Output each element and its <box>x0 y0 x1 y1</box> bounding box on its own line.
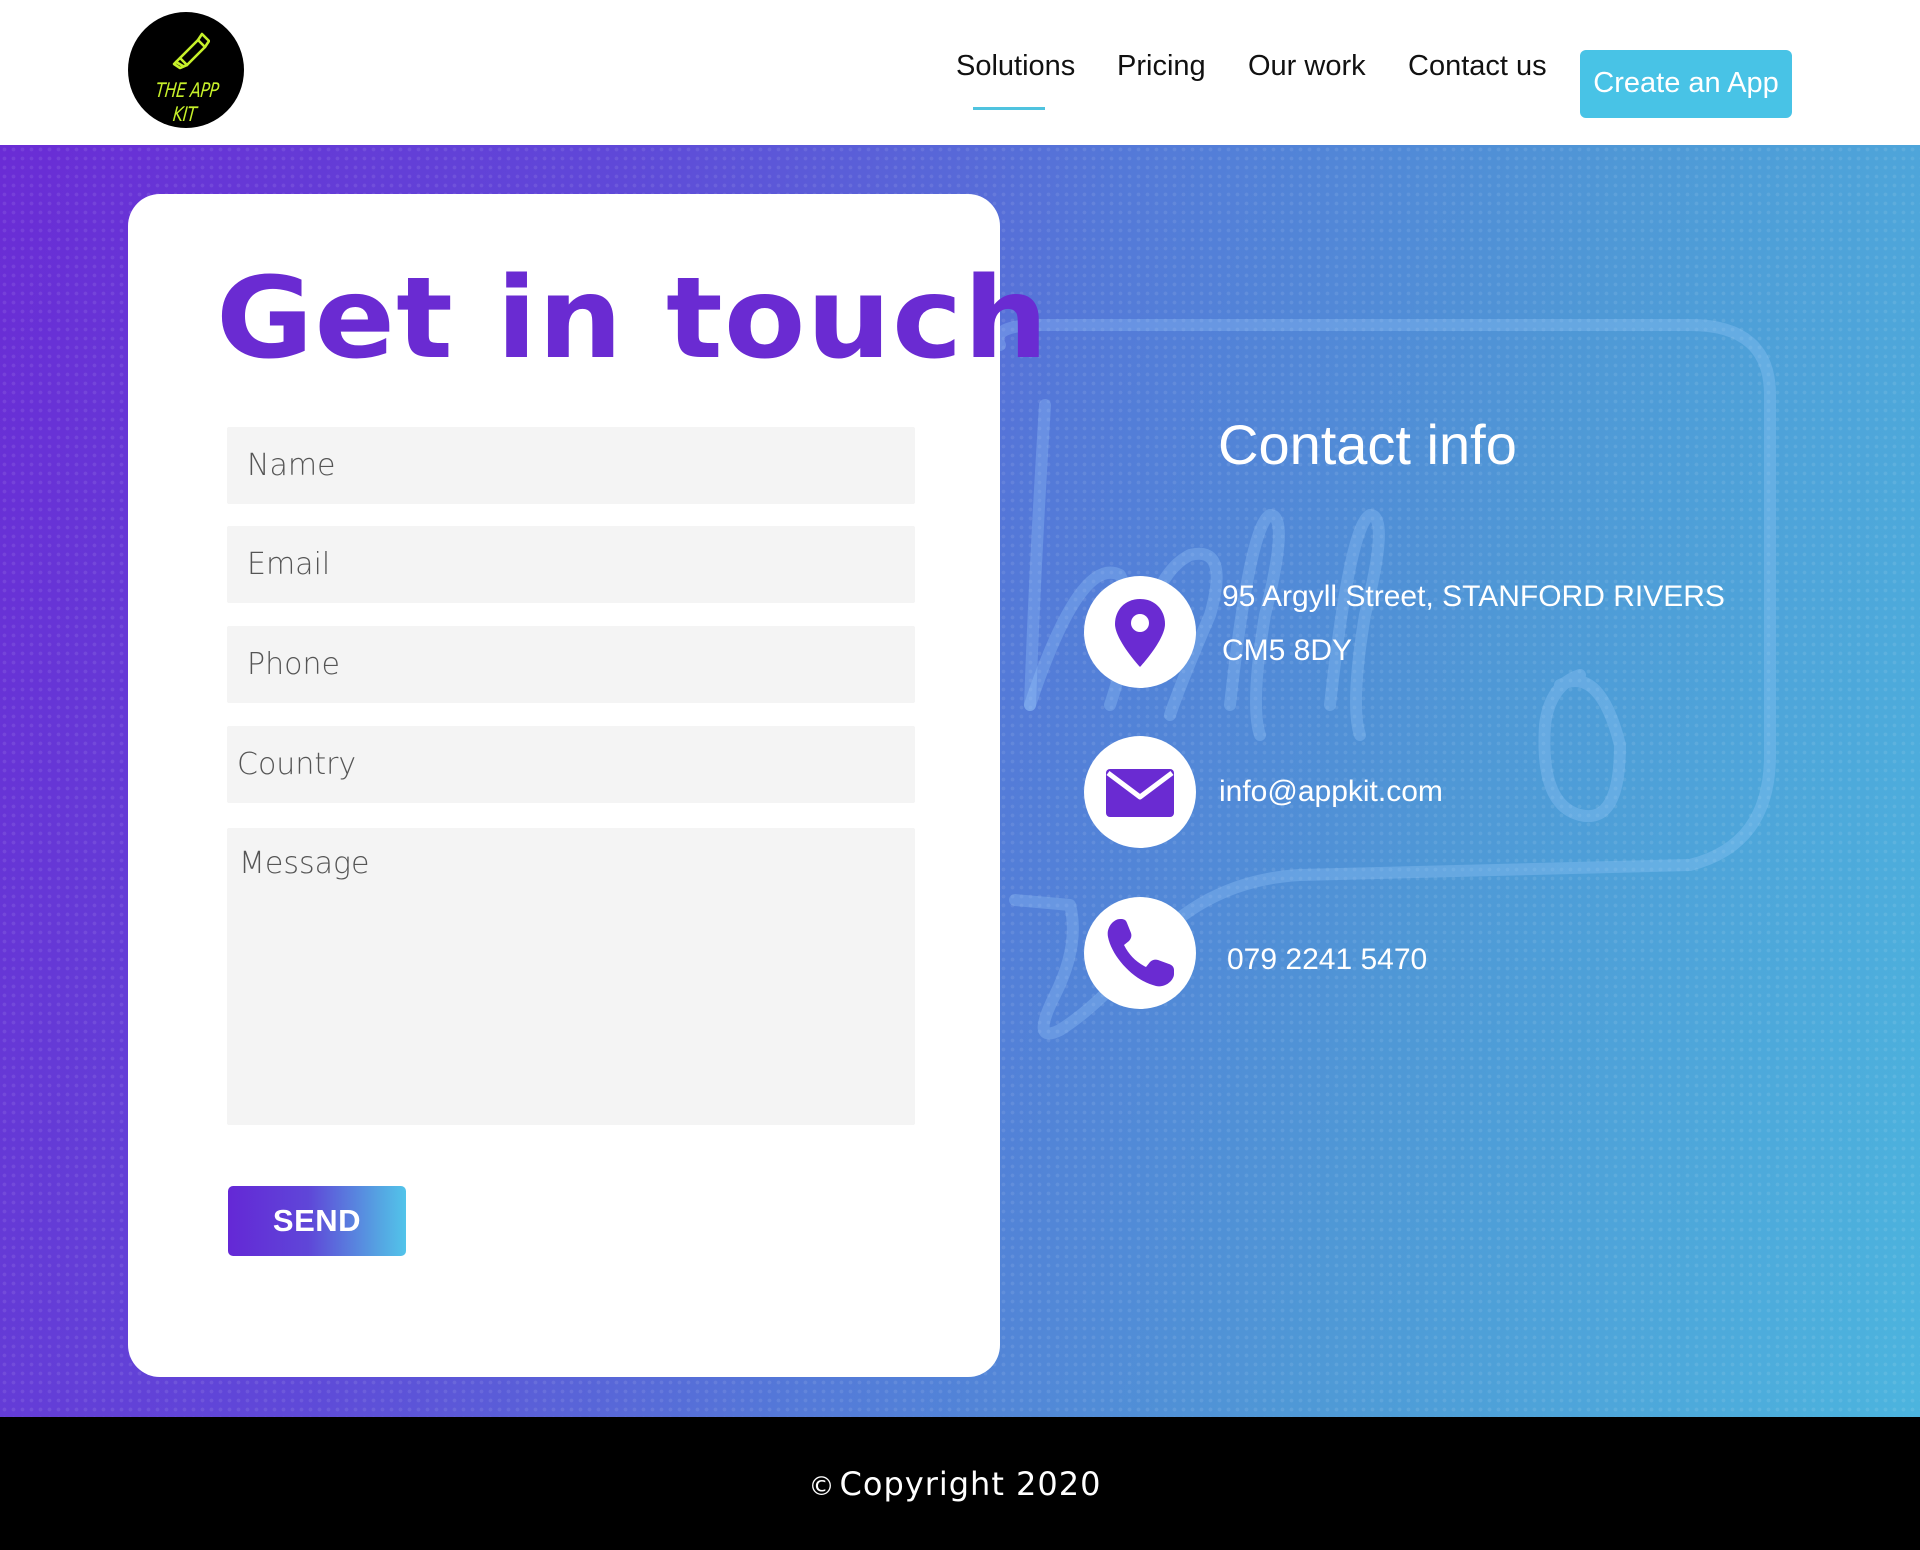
name-input[interactable] <box>227 427 915 504</box>
country-input[interactable] <box>227 726 915 803</box>
highlighter-icon <box>172 32 210 70</box>
phone-icon-circle <box>1084 897 1196 1009</box>
copyright-icon: © <box>808 1472 836 1502</box>
send-button[interactable]: SEND <box>228 1186 406 1256</box>
create-app-button[interactable]: Create an App <box>1580 50 1792 118</box>
location-icon-circle <box>1084 576 1196 688</box>
phone-number[interactable]: 079 2241 5470 <box>1227 943 1427 977</box>
phone-input[interactable] <box>227 626 915 703</box>
envelope-icon <box>1106 769 1174 817</box>
location-pin-icon <box>1115 599 1165 667</box>
address-line-1: 95 Argyll Street, STANFORD RIVERS <box>1222 580 1725 613</box>
email-link[interactable]: info@appkit.com <box>1219 775 1443 809</box>
site-footer: © Copyright 2020 <box>0 1417 1920 1550</box>
logo-text: THE APP KIT <box>154 78 220 126</box>
contact-form-card: Get in touch SEND <box>128 194 1048 1377</box>
email-input[interactable] <box>227 526 915 603</box>
contact-info-title: Contact info <box>1218 413 1517 476</box>
address-line-2: CM5 8DY <box>1222 634 1353 667</box>
message-textarea[interactable] <box>227 828 915 1125</box>
nav-solutions[interactable]: Solutions <box>956 50 1080 110</box>
phone-icon <box>1107 919 1174 987</box>
site-header: THE APP KIT Solutions Pricing Our work C… <box>0 0 1920 145</box>
email-icon-circle <box>1084 736 1196 848</box>
nav-our-work[interactable]: Our work <box>1248 50 1366 83</box>
nav-contact-us[interactable]: Contact us <box>1408 50 1547 83</box>
copyright-text: © Copyright 2020 <box>0 1465 1910 1503</box>
nav-pricing[interactable]: Pricing <box>1117 50 1206 83</box>
form-title: Get in touch <box>216 254 1050 384</box>
copyright-label: Copyright 2020 <box>839 1465 1102 1503</box>
logo[interactable]: THE APP KIT <box>128 12 244 128</box>
